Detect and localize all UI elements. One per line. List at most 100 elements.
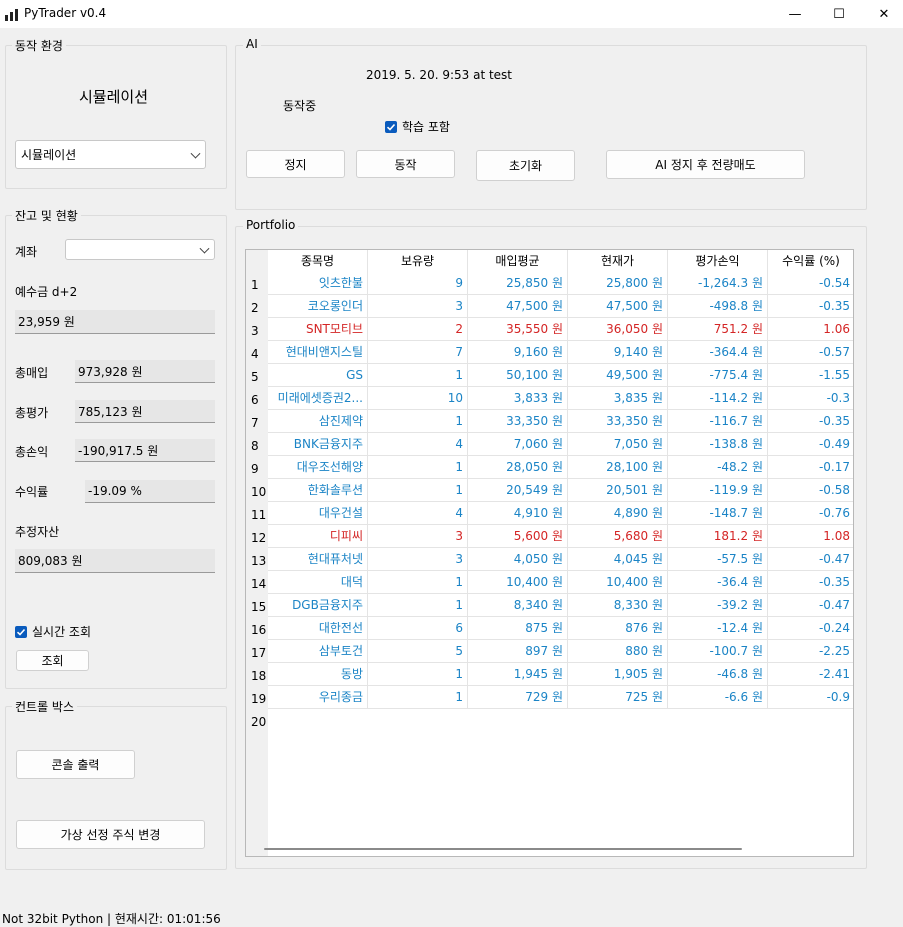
maximize-button[interactable]: ☐ — [816, 0, 862, 28]
cell-avg[interactable]: 7,060 원 — [468, 433, 568, 456]
cell-cur[interactable]: 3,835 원 — [568, 387, 668, 410]
query-button[interactable]: 조회 — [16, 650, 89, 671]
cell-avg[interactable]: 3,833 원 — [468, 387, 568, 410]
cell-avg[interactable]: 875 원 — [468, 617, 568, 640]
cell-avg[interactable]: 4,050 원 — [468, 548, 568, 571]
cell-cur[interactable]: 4,890 원 — [568, 502, 668, 525]
cell-qty[interactable]: 6 — [368, 617, 468, 640]
cell-rate[interactable]: -0.57 — [768, 341, 853, 364]
cell-qty[interactable]: 5 — [368, 640, 468, 663]
cell-cur[interactable]: 28,100 원 — [568, 456, 668, 479]
cell-rate[interactable]: -0.58 — [768, 479, 853, 502]
cell-pl[interactable]: -775.4 원 — [668, 364, 768, 387]
cell-pl[interactable]: -498.8 원 — [668, 295, 768, 318]
portfolio-table[interactable]: 종목명 보유량 매입평균 현재가 평가손익 수익률 (%) 1 잇츠한불 9 25,850 원2… — [245, 249, 854, 857]
cell-pl[interactable]: -12.4 원 — [668, 617, 768, 640]
cell-name[interactable]: 코오롱인더 — [268, 295, 368, 318]
cell-pl[interactable]: 751.2 원 — [668, 318, 768, 341]
cell-pl[interactable]: -6.6 원 — [668, 686, 768, 709]
cell-name[interactable]: BNK금융지주 — [268, 433, 368, 456]
console-output-button[interactable]: 콘솔 출력 — [16, 750, 135, 779]
cell-qty[interactable]: 7 — [368, 341, 468, 364]
cell-avg[interactable]: 50,100 원 — [468, 364, 568, 387]
close-button[interactable]: ✕ — [861, 0, 903, 28]
cell-avg[interactable]: 9,160 원 — [468, 341, 568, 364]
cell-cur[interactable]: 10,400 원 — [568, 571, 668, 594]
cell-qty[interactable]: 4 — [368, 502, 468, 525]
stop-button[interactable]: 정지 — [246, 150, 345, 178]
cell-cur[interactable]: 8,330 원 — [568, 594, 668, 617]
cell-rate[interactable]: -0.35 — [768, 571, 853, 594]
cell-cur[interactable]: 4,045 원 — [568, 548, 668, 571]
cell-cur[interactable]: 47,500 원 — [568, 295, 668, 318]
cell-name[interactable]: 대우건설 — [268, 502, 368, 525]
cell-rate[interactable]: -0.49 — [768, 433, 853, 456]
cell-avg[interactable]: 1,945 원 — [468, 663, 568, 686]
cell-cur[interactable]: 1,905 원 — [568, 663, 668, 686]
cell-avg[interactable]: 8,340 원 — [468, 594, 568, 617]
cell-pl[interactable]: -1,264.3 원 — [668, 272, 768, 295]
cell-qty[interactable]: 1 — [368, 410, 468, 433]
cell-rate[interactable]: -0.35 — [768, 410, 853, 433]
cell-name[interactable]: 한화솔루션 — [268, 479, 368, 502]
learn-checkbox[interactable]: 학습 포함 — [385, 118, 450, 135]
cell-pl[interactable]: -364.4 원 — [668, 341, 768, 364]
realtime-checkbox[interactable]: 실시간 조회 — [15, 623, 91, 640]
cell-rate[interactable]: -1.55 — [768, 364, 853, 387]
cell-rate[interactable]: -0.35 — [768, 295, 853, 318]
cell-qty[interactable]: 2 — [368, 318, 468, 341]
cell-cur[interactable]: 7,050 원 — [568, 433, 668, 456]
column-header[interactable]: 보유량 — [368, 250, 468, 272]
cell-qty[interactable]: 1 — [368, 479, 468, 502]
cell-qty[interactable]: 3 — [368, 295, 468, 318]
cell-name[interactable]: 잇츠한불 — [268, 272, 368, 295]
cell-name[interactable]: 대우조선해양 — [268, 456, 368, 479]
cell-qty[interactable]: 9 — [368, 272, 468, 295]
cell-rate[interactable]: -2.41 — [768, 663, 853, 686]
minimize-button[interactable]: — — [772, 0, 818, 28]
cell-pl[interactable]: -48.2 원 — [668, 456, 768, 479]
ai-stop-sell-all-button[interactable]: AI 정지 후 전량매도 — [606, 150, 805, 179]
cell-qty[interactable]: 3 — [368, 548, 468, 571]
cell-rate[interactable]: 1.08 — [768, 525, 853, 548]
cell-name[interactable]: 현대퓨처넷 — [268, 548, 368, 571]
cell-cur[interactable]: 33,350 원 — [568, 410, 668, 433]
cell-pl[interactable]: -114.2 원 — [668, 387, 768, 410]
cell-rate[interactable]: -0.47 — [768, 594, 853, 617]
cell-name[interactable]: 디피씨 — [268, 525, 368, 548]
cell-avg[interactable]: 33,350 원 — [468, 410, 568, 433]
cell-qty[interactable]: 1 — [368, 571, 468, 594]
cell-name[interactable]: 현대비앤지스틸 — [268, 341, 368, 364]
run-button[interactable]: 동작 — [356, 150, 455, 178]
cell-pl[interactable]: -116.7 원 — [668, 410, 768, 433]
cell-name[interactable]: 동방 — [268, 663, 368, 686]
cell-qty[interactable]: 4 — [368, 433, 468, 456]
cell-avg[interactable]: 47,500 원 — [468, 295, 568, 318]
cell-cur[interactable]: 876 원 — [568, 617, 668, 640]
cell-avg[interactable]: 4,910 원 — [468, 502, 568, 525]
cell-rate[interactable]: -0.47 — [768, 548, 853, 571]
cell-rate[interactable]: -2.25 — [768, 640, 853, 663]
cell-qty[interactable]: 1 — [368, 663, 468, 686]
column-header[interactable]: 종목명 — [268, 250, 368, 272]
cell-avg[interactable]: 25,850 원 — [468, 272, 568, 295]
cell-rate[interactable]: -0.3 — [768, 387, 853, 410]
cell-cur[interactable]: 5,680 원 — [568, 525, 668, 548]
cell-pl[interactable]: -57.5 원 — [668, 548, 768, 571]
cell-qty[interactable]: 1 — [368, 364, 468, 387]
cell-cur[interactable]: 20,501 원 — [568, 479, 668, 502]
cell-qty[interactable]: 1 — [368, 456, 468, 479]
reset-button[interactable]: 초기화 — [476, 150, 575, 181]
cell-name[interactable]: 대덕 — [268, 571, 368, 594]
column-header[interactable]: 수익률 (%) — [768, 250, 853, 272]
cell-name[interactable]: 삼부토건 — [268, 640, 368, 663]
cell-cur[interactable]: 725 원 — [568, 686, 668, 709]
column-header[interactable]: 평가손익 — [668, 250, 768, 272]
cell-cur[interactable]: 36,050 원 — [568, 318, 668, 341]
cell-rate[interactable]: -0.9 — [768, 686, 853, 709]
cell-qty[interactable]: 3 — [368, 525, 468, 548]
cell-qty[interactable]: 1 — [368, 594, 468, 617]
cell-cur[interactable]: 49,500 원 — [568, 364, 668, 387]
cell-pl[interactable]: -36.4 원 — [668, 571, 768, 594]
cell-qty[interactable]: 1 — [368, 686, 468, 709]
